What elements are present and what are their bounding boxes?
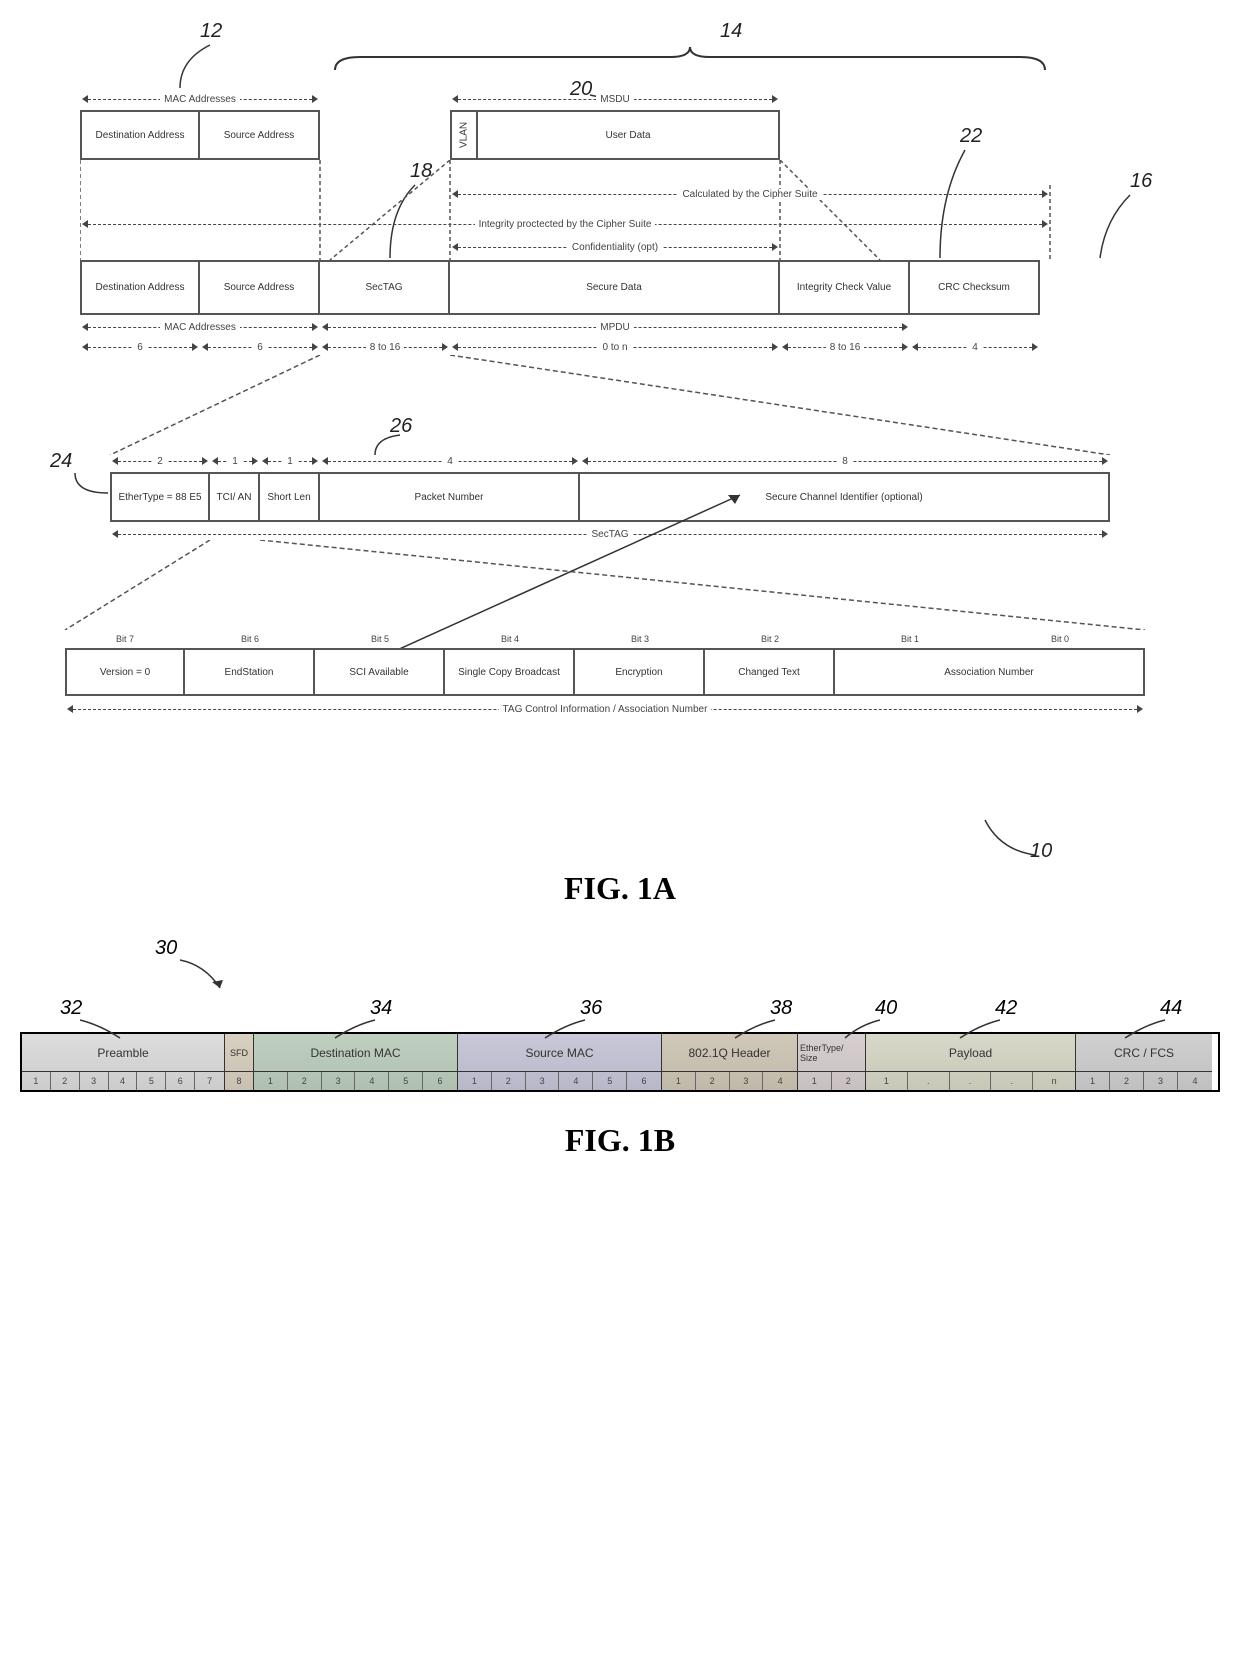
- pointer-44: [1120, 1015, 1170, 1040]
- cell-ethertype: EtherType = 88 E5: [110, 472, 210, 522]
- figb-sfd-bytes: 8: [225, 1072, 253, 1090]
- figb-byte-cell: 4: [1178, 1072, 1212, 1090]
- pointer-24: [70, 468, 110, 498]
- figb-byte-cell: 4: [763, 1072, 797, 1090]
- fig-1a-title: FIG. 1A: [20, 870, 1220, 907]
- figb-dest-bytes: 123456: [254, 1072, 457, 1090]
- figb-byte-cell: .: [908, 1072, 950, 1090]
- figb-byte-cell: 4: [559, 1072, 593, 1090]
- cell-scb: Single Copy Broadcast: [445, 648, 575, 696]
- figb-sfd: SFD: [225, 1034, 253, 1072]
- figb-byte-cell: 3: [730, 1072, 764, 1090]
- callout-30: 30: [155, 937, 177, 960]
- cell-sci-available: SCI Available: [315, 648, 445, 696]
- figb-byte-cell: 2: [288, 1072, 322, 1090]
- cell-short-len: Short Len: [260, 472, 320, 522]
- pointer-34: [330, 1015, 380, 1040]
- figb-frame-table: Preamble 1234567 SFD 8 Destination MAC 1…: [20, 1032, 1220, 1092]
- cell-src-main: Source Address: [200, 260, 320, 315]
- cell-dest-top: Destination Address: [80, 110, 200, 160]
- figb-byte-cell: 1: [254, 1072, 288, 1090]
- fig-1b-title: FIG. 1B: [20, 1122, 1220, 1159]
- label-row-sizes: 6 6 8 to 16 0 to n 8 to 16 4: [80, 338, 1040, 356]
- figb-byte-cell: .: [950, 1072, 992, 1090]
- figb-crc-bytes: 1234: [1076, 1072, 1212, 1090]
- figb-byte-cell: 4: [355, 1072, 389, 1090]
- figb-q-bytes: 1234: [662, 1072, 797, 1090]
- figb-byte-cell: 1: [458, 1072, 492, 1090]
- cell-endstation: EndStation: [185, 648, 315, 696]
- figb-byte-cell: 1: [662, 1072, 696, 1090]
- figb-byte-cell: 6: [627, 1072, 661, 1090]
- figb-byte-cell: 2: [492, 1072, 526, 1090]
- figb-byte-cell: 2: [832, 1072, 866, 1090]
- cell-changed-text: Changed Text: [705, 648, 835, 696]
- callout-14: 14: [720, 20, 742, 43]
- figb-byte-cell: 5: [137, 1072, 166, 1090]
- label-row-below: MAC Addresses MPDU: [80, 318, 1050, 336]
- pointer-42: [955, 1015, 1005, 1040]
- figure-1a: 12 14 20 18 22 16 24 26 10 MAC Addresses…: [20, 20, 1220, 840]
- cell-userdata: User Data: [478, 110, 780, 160]
- figb-byte-cell: 1: [798, 1072, 832, 1090]
- cell-tci-an: TCI/ AN: [210, 472, 260, 522]
- figure-1b: 30 32 34 36 38 40 42 44 Preamble 1234567…: [20, 937, 1220, 1092]
- figb-byte-cell: 1: [866, 1072, 908, 1090]
- pointer-32: [75, 1015, 125, 1040]
- cell-icv: Integrity Check Value: [780, 260, 910, 315]
- row-tci-breakdown: Version = 0 EndStation SCI Available Sin…: [65, 648, 1145, 696]
- cell-vlan: VLAN: [450, 110, 478, 160]
- figb-src-bytes: 123456: [458, 1072, 661, 1090]
- pointer-38: [730, 1015, 780, 1040]
- label-row-top: MAC Addresses MSDU: [80, 90, 1140, 108]
- cell-sectag: SecTAG: [320, 260, 450, 315]
- figb-byte-cell: 3: [1144, 1072, 1178, 1090]
- cell-association-number: Association Number: [835, 648, 1145, 696]
- figb-byte-cell: 3: [526, 1072, 560, 1090]
- cell-crc: CRC Checksum: [910, 260, 1040, 315]
- figb-byte-cell: 2: [696, 1072, 730, 1090]
- cell-secure-data: Secure Data: [450, 260, 780, 315]
- label-tci-below: TAG Control Information / Association Nu…: [65, 700, 1145, 718]
- figb-byte-cell: 5: [389, 1072, 423, 1090]
- label-msdu: MSDU: [596, 94, 633, 105]
- figb-byte-cell: 1: [22, 1072, 51, 1090]
- figb-byte-cell: 2: [1110, 1072, 1144, 1090]
- figb-byte-cell: 4: [109, 1072, 138, 1090]
- figb-payload-bytes: 1...n: [866, 1072, 1075, 1090]
- figb-byte-cell: n: [1033, 1072, 1075, 1090]
- row-user-layer: Destination Address Source Address VLAN …: [80, 110, 780, 160]
- label-row-sectag-sizes: 2 1 1 4 8: [110, 452, 1110, 470]
- callout-24: 24: [50, 450, 72, 473]
- label-row-bits: Bit 7 Bit 6 Bit 5 Bit 4 Bit 3 Bit 2 Bit …: [65, 630, 1145, 648]
- cell-encryption: Encryption: [575, 648, 705, 696]
- figb-byte-cell: 5: [593, 1072, 627, 1090]
- figb-etype-bytes: 12: [798, 1072, 865, 1090]
- label-mac-addresses-top: MAC Addresses: [160, 94, 240, 105]
- figb-byte-cell: 6: [423, 1072, 457, 1090]
- pointer-10: [980, 815, 1040, 865]
- figb-byte-cell: 3: [322, 1072, 356, 1090]
- figb-byte-cell: .: [991, 1072, 1033, 1090]
- cell-src-top: Source Address: [200, 110, 320, 160]
- figb-byte-cell: 3: [80, 1072, 109, 1090]
- pointer-30: [175, 955, 225, 990]
- figb-byte-cell: 8: [225, 1072, 253, 1090]
- pointer-40: [840, 1015, 885, 1040]
- pointer-36: [540, 1015, 590, 1040]
- figb-preamble-bytes: 1234567: [22, 1072, 224, 1090]
- figb-byte-cell: 7: [195, 1072, 224, 1090]
- cell-version: Version = 0: [65, 648, 185, 696]
- figb-byte-cell: 2: [51, 1072, 80, 1090]
- row-macsec-frame: Destination Address Source Address SecTA…: [80, 260, 1040, 315]
- brace-14: [330, 45, 1050, 75]
- dashes-sectag-expand: [80, 355, 1140, 455]
- figb-byte-cell: 6: [166, 1072, 195, 1090]
- cell-dest-main: Destination Address: [80, 260, 200, 315]
- figb-byte-cell: 1: [1076, 1072, 1110, 1090]
- pointer-12: [170, 40, 230, 90]
